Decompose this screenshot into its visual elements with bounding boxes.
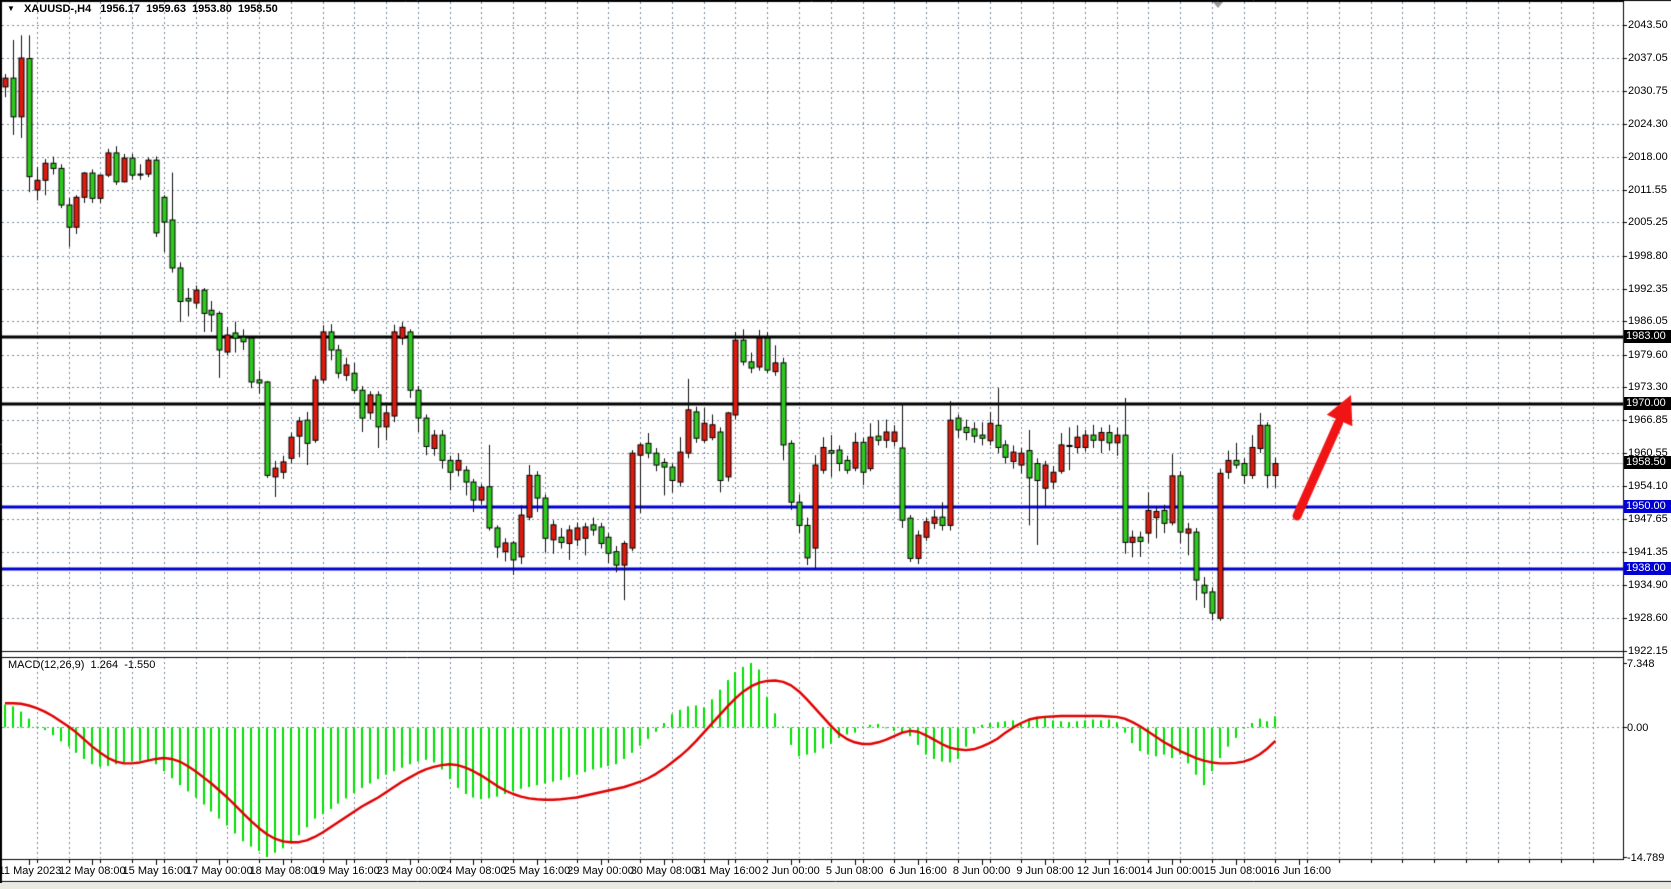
time-tick-label: 31 May 16:00 — [694, 865, 761, 877]
time-tick-label: 24 May 08:00 — [440, 865, 507, 877]
time-tick-label: 15 May 16:00 — [123, 865, 190, 877]
price-line-tag: 1958.50 — [1624, 456, 1671, 469]
price-tick-label: 1934.90 — [1628, 579, 1668, 591]
symbol-dropdown-icon[interactable]: ▼ — [7, 4, 15, 13]
price-tick-label: 1941.35 — [1628, 546, 1668, 558]
price-tick-label: 2018.00 — [1628, 151, 1668, 163]
chart-window: ▼ XAUUSD-,H4 1956.17 1959.63 1953.80 195… — [0, 0, 1671, 889]
price-tick-label: 1966.85 — [1628, 414, 1668, 426]
time-tick-label: 16 Jun 16:00 — [1267, 865, 1331, 877]
macd-tick-label: 0.00 — [1627, 722, 1648, 734]
macd-tick-label: 7.348 — [1627, 658, 1655, 670]
time-tick-label: 11 May 2023 — [0, 865, 61, 877]
price-line-tag: 1983.00 — [1624, 330, 1671, 343]
time-tick-label: 25 May 16:00 — [504, 865, 571, 877]
macd-main-value: 1.264 — [91, 659, 119, 671]
price-tick-label: 2043.50 — [1628, 19, 1668, 31]
price-line-tag: 1950.00 — [1624, 500, 1671, 513]
time-tick-label: 29 May 00:00 — [567, 865, 634, 877]
price-tick-label: 1973.30 — [1628, 381, 1668, 393]
price-tick-label: 1922.15 — [1628, 645, 1668, 657]
price-tick-label: 2005.25 — [1628, 216, 1668, 228]
ohlc-open: 1956.17 — [100, 3, 140, 15]
time-tick-label: 19 May 16:00 — [313, 865, 380, 877]
time-tick-label: 15 Jun 08:00 — [1204, 865, 1268, 877]
price-tick-label: 1986.05 — [1628, 315, 1668, 327]
price-tick-label: 1992.35 — [1628, 283, 1668, 295]
time-tick-label: 6 Jun 16:00 — [889, 865, 947, 877]
macd-name: MACD(12,26,9) — [8, 659, 84, 671]
time-tick-label: 17 May 00:00 — [186, 865, 253, 877]
price-tick-label: 2011.55 — [1628, 184, 1667, 196]
time-tick-label: 14 Jun 00:00 — [1140, 865, 1204, 877]
ohlc-high: 1959.63 — [146, 3, 186, 15]
macd-tick-label: -14.789 — [1627, 852, 1664, 864]
time-tick-label: 9 Jun 08:00 — [1016, 865, 1074, 877]
time-tick-label: 30 May 08:00 — [631, 865, 698, 877]
price-tick-label: 1947.65 — [1628, 513, 1668, 525]
price-line-tag: 1970.00 — [1624, 397, 1671, 410]
price-tick-label: 2037.05 — [1628, 52, 1668, 64]
time-tick-label: 12 Jun 16:00 — [1077, 865, 1141, 877]
time-tick-label: 12 May 08:00 — [59, 865, 126, 877]
price-line-tag: 1938.00 — [1624, 562, 1671, 575]
price-tick-label: 1979.60 — [1628, 349, 1668, 361]
price-tick-label: 1998.80 — [1628, 250, 1668, 262]
time-tick-label: 8 Jun 00:00 — [953, 865, 1011, 877]
time-tick-label: 5 Jun 08:00 — [826, 865, 884, 877]
price-tick-label: 2024.30 — [1628, 118, 1668, 130]
price-chart-canvas[interactable] — [0, 0, 1671, 889]
time-tick-label: 18 May 08:00 — [250, 865, 317, 877]
price-tick-label: 2030.75 — [1628, 85, 1668, 97]
time-tick-label: 23 May 00:00 — [377, 865, 444, 877]
time-tick-label: 2 Jun 00:00 — [762, 865, 820, 877]
macd-signal-value: -1.550 — [124, 659, 155, 671]
symbol-period-label: XAUUSD-,H4 — [24, 3, 91, 15]
window-bottom-edge — [0, 883, 1671, 889]
macd-indicator-label: MACD(12,26,9) 1.264 -1.550 — [8, 659, 155, 671]
price-tick-label: 1928.60 — [1628, 612, 1668, 624]
ohlc-low: 1953.80 — [192, 3, 232, 15]
chart-title: ▼ XAUUSD-,H4 1956.17 1959.63 1953.80 195… — [7, 3, 278, 15]
price-tick-label: 1954.10 — [1628, 480, 1668, 492]
ohlc-close: 1958.50 — [238, 3, 278, 15]
